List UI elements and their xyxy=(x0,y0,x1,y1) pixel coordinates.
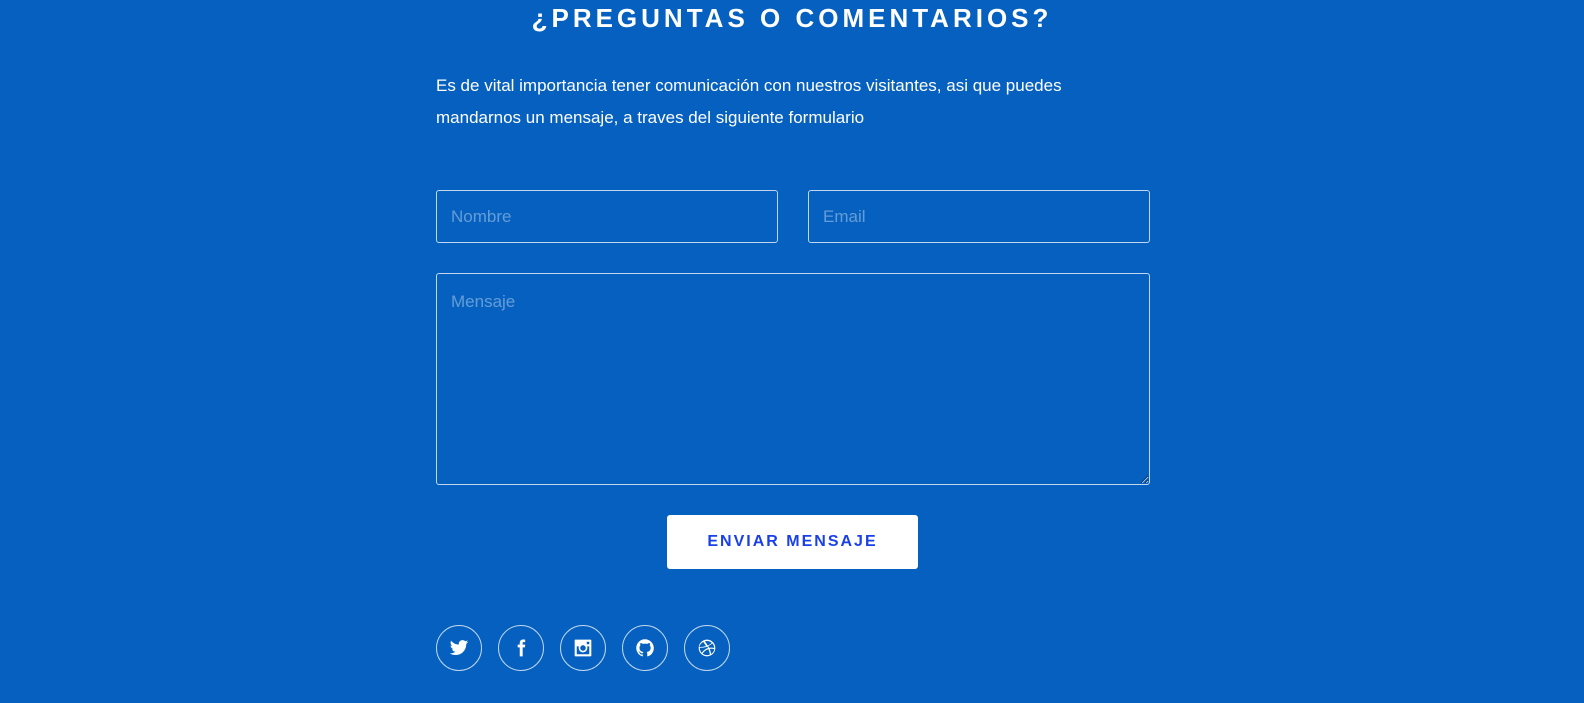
github-link[interactable] xyxy=(622,625,668,671)
dribbble-link[interactable] xyxy=(684,625,730,671)
github-icon xyxy=(636,639,654,657)
section-title: ¿PREGUNTAS O COMENTARIOS? xyxy=(531,3,1053,33)
instagram-icon xyxy=(574,639,592,657)
message-field[interactable] xyxy=(436,273,1150,485)
name-field[interactable] xyxy=(436,190,778,243)
twitter-icon xyxy=(449,640,469,655)
dribbble-icon xyxy=(698,639,716,657)
instagram-link[interactable] xyxy=(560,625,606,671)
facebook-icon xyxy=(517,639,526,657)
send-message-button[interactable]: ENVIAR MENSAJE xyxy=(667,515,918,569)
twitter-link[interactable] xyxy=(436,625,482,671)
facebook-link[interactable] xyxy=(498,625,544,671)
intro-text: Es de vital importancia tener comunicaci… xyxy=(436,76,1062,127)
email-field[interactable] xyxy=(808,190,1150,243)
social-links xyxy=(436,625,730,671)
